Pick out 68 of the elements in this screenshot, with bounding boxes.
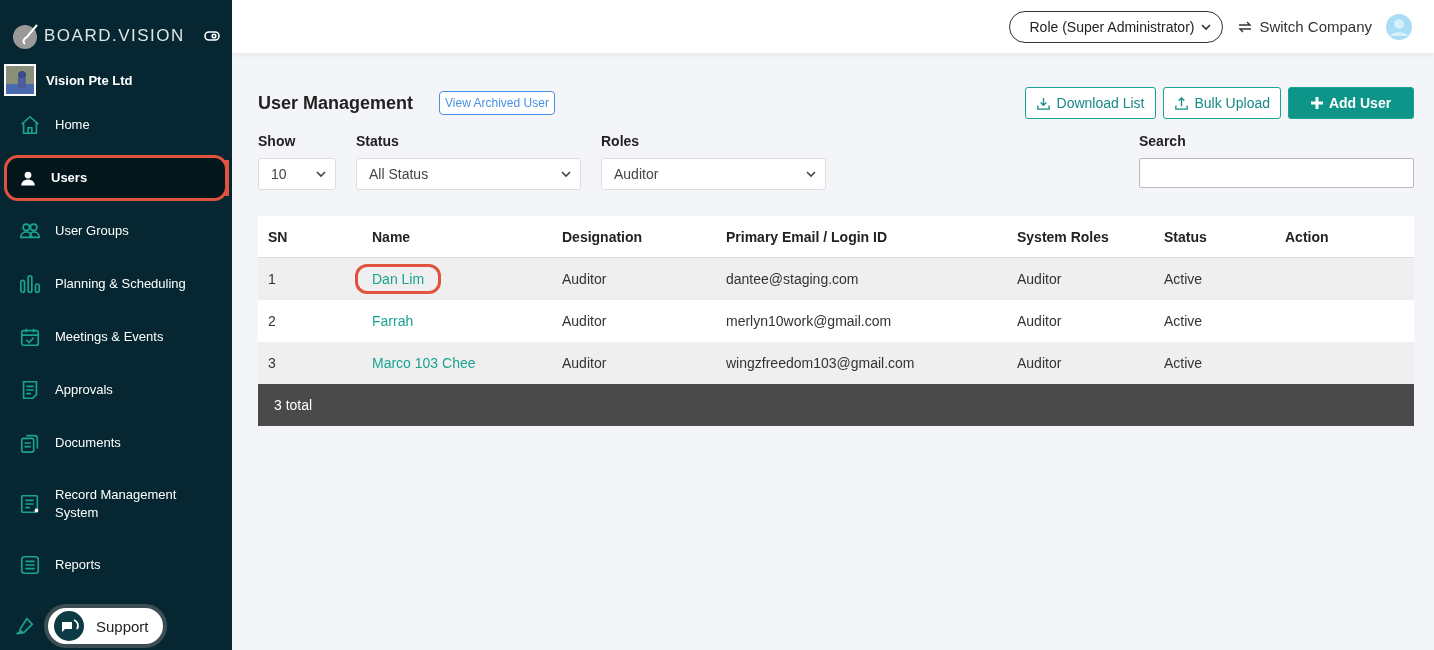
action-button[interactable]: Bulk Upload — [1162, 87, 1281, 119]
logo-icon — [12, 22, 40, 50]
documents-icon — [19, 432, 41, 454]
column-header: Primary Email / Login ID — [716, 216, 1007, 258]
action-button[interactable]: Add User — [1288, 87, 1414, 119]
column-header: Action — [1275, 216, 1414, 258]
switch-company-button[interactable]: Switch Company — [1231, 17, 1378, 36]
nav-item[interactable]: User Groups — [4, 208, 228, 254]
upload-icon — [1173, 95, 1189, 111]
table-cell: Auditor — [552, 258, 716, 300]
selection-bar — [225, 160, 229, 196]
filter-label: Roles — [601, 133, 641, 149]
nav-item[interactable]: Record Management System — [4, 473, 228, 535]
column-header: Status — [1154, 216, 1275, 258]
record-icon — [19, 493, 41, 515]
filter-select[interactable]: Auditor — [601, 158, 826, 190]
chevron-down-icon — [560, 168, 572, 180]
filter-select[interactable]: 10 — [258, 158, 336, 190]
column-header: Name — [362, 216, 552, 258]
page-title: User Management — [258, 92, 414, 114]
table-cell: 2 — [258, 300, 362, 342]
table-cell: Auditor — [552, 300, 716, 342]
chevron-down-icon — [805, 168, 817, 180]
column-header: SN — [258, 216, 362, 258]
pen-icon — [14, 615, 36, 637]
company-name: Vision Pte Ltd — [46, 72, 133, 88]
plus-icon — [1310, 97, 1323, 109]
table-cell: 1 — [258, 258, 362, 300]
user-icon — [19, 169, 37, 187]
filter-label: Status — [356, 133, 400, 149]
brand-name: BOARD.VISION — [44, 26, 186, 46]
support-button[interactable]: Support — [44, 604, 167, 648]
column-header: Designation — [552, 216, 716, 258]
table-cell: 3 — [258, 342, 362, 384]
table-cell: Auditor — [1007, 342, 1154, 384]
column-header: System Roles — [1007, 216, 1154, 258]
search-field[interactable] — [1139, 158, 1414, 188]
role-dropdown[interactable]: Role (Super Administrator) — [1008, 10, 1224, 43]
table-footer: 3 total — [258, 384, 1414, 426]
avatar-icon[interactable] — [1386, 13, 1412, 40]
nav-item[interactable]: Home — [4, 102, 228, 148]
table-cell: Active — [1154, 258, 1275, 300]
calendar-icon — [19, 326, 41, 348]
nav-item[interactable]: Approvals — [4, 367, 228, 413]
table-cell: Active — [1154, 342, 1275, 384]
chat-icon — [54, 611, 84, 641]
table-cell: Auditor — [1007, 300, 1154, 342]
chevron-down-icon — [315, 168, 327, 180]
list-icon — [19, 554, 41, 576]
filter-select[interactable]: All Status — [356, 158, 581, 190]
table-cell: dantee@staging.com — [716, 258, 1007, 300]
filter-label: Show — [258, 133, 297, 149]
table-cell: Auditor — [552, 342, 716, 384]
nav-item[interactable]: Users — [4, 155, 228, 201]
nav-item[interactable]: Reports — [4, 542, 228, 588]
table-cell: Active — [1154, 300, 1275, 342]
download-icon — [1035, 95, 1051, 111]
nav-item[interactable]: Planning & Scheduling — [4, 261, 228, 307]
nav-item[interactable]: Meetings & Events — [4, 314, 228, 360]
action-button[interactable]: Download List — [1024, 87, 1156, 119]
toggle-icon[interactable] — [204, 31, 220, 41]
bar-chart-icon — [19, 273, 41, 295]
table-cell: merlyn10work@gmail.com — [716, 300, 1007, 342]
search-label: Search — [1139, 133, 1187, 149]
table-cell: Auditor — [1007, 258, 1154, 300]
home-icon — [19, 114, 41, 136]
table-cell: wingzfreedom103@gmail.com — [716, 342, 1007, 384]
nav-item[interactable]: Documents — [4, 420, 228, 466]
